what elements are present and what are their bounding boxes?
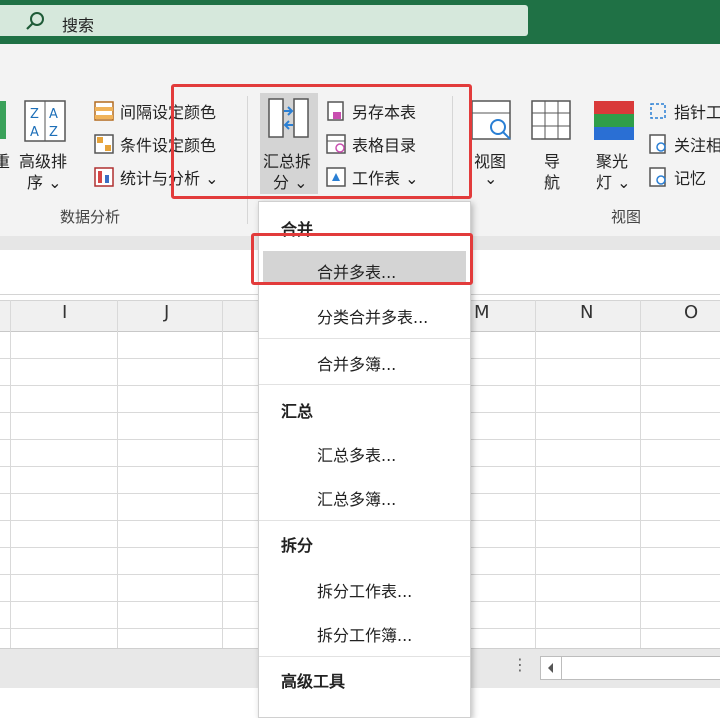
svg-text:A: A xyxy=(49,107,58,122)
column-header-o[interactable]: O xyxy=(684,302,698,323)
data-analysis-group-label: 数据分析 xyxy=(60,208,121,226)
menu-section-advanced-tools: 高级工具 xyxy=(281,672,346,691)
memory-icon xyxy=(649,167,666,187)
scroll-left-icon xyxy=(548,663,553,673)
sort-az-icon: Z A A Z xyxy=(24,100,66,142)
navigation-label-2: 航 xyxy=(544,173,561,192)
menu-item-summary-sheets[interactable]: 汇总多表... xyxy=(317,442,396,466)
cut-off-label: 重 xyxy=(0,152,11,171)
menu-divider xyxy=(259,384,470,385)
pointer-tool-icon xyxy=(650,103,666,119)
menu-item-summary-books[interactable]: 汇总多簿... xyxy=(317,486,396,510)
svg-text:Z: Z xyxy=(30,107,39,122)
pointer-tool-label: 指针工 xyxy=(674,103,720,122)
search-icon xyxy=(26,12,44,30)
focus-button[interactable]: 关注相 xyxy=(648,132,720,156)
menu-divider xyxy=(259,656,470,657)
focus-icon xyxy=(649,134,666,154)
spotlight-label-2: 灯 ⌄ xyxy=(596,173,631,192)
more-options-icon[interactable]: ⋮ xyxy=(512,655,528,674)
search-placeholder: 搜索 xyxy=(62,16,95,35)
menu-divider xyxy=(259,520,470,521)
pointer-tool-button[interactable]: 指针工 xyxy=(648,99,720,123)
spotlight-button[interactable]: 聚光 灯 ⌄ xyxy=(592,97,638,192)
view-button[interactable]: 视图 ⌄ xyxy=(470,97,514,192)
interval-color-icon xyxy=(94,101,114,121)
spotlight-icon xyxy=(594,101,634,140)
advanced-sort-label-2: 序 ⌄ xyxy=(27,173,62,192)
menu-item-split-sheet[interactable]: 拆分工作表... xyxy=(317,578,412,602)
highlight-box-menu-item xyxy=(251,233,473,285)
grid-line xyxy=(640,300,641,648)
column-header-m[interactable]: M xyxy=(474,302,490,323)
menu-divider xyxy=(259,338,470,339)
column-header-j[interactable]: J xyxy=(164,302,169,323)
cut-off-icon xyxy=(0,101,6,139)
view-group-label: 视图 xyxy=(611,208,642,226)
view-icon xyxy=(471,100,511,140)
menu-item-merge-books[interactable]: 合并多簿... xyxy=(317,351,396,375)
grid-line xyxy=(117,300,118,648)
grid-line xyxy=(222,300,223,648)
memory-button[interactable]: 记忆 xyxy=(648,165,720,189)
condition-color-icon xyxy=(94,134,114,154)
statistics-icon xyxy=(94,167,114,187)
horizontal-scrollbar[interactable] xyxy=(540,656,720,680)
menu-section-split: 拆分 xyxy=(281,536,314,555)
menu-item-category-merge[interactable]: 分类合并多表... xyxy=(317,304,428,328)
menu-item-split-book[interactable]: 拆分工作簿... xyxy=(317,622,412,646)
navigation-icon xyxy=(531,100,571,140)
view-label-2: ⌄ xyxy=(484,169,498,188)
svg-text:Z: Z xyxy=(49,125,58,140)
scroll-left-button[interactable] xyxy=(541,657,562,679)
column-header-n[interactable]: N xyxy=(580,302,593,323)
highlight-box-ribbon xyxy=(171,84,472,199)
column-header-i[interactable]: I xyxy=(62,302,67,323)
search-box[interactable]: 搜索 xyxy=(0,5,528,36)
navigation-button[interactable]: 导 航 xyxy=(530,97,574,192)
memory-label: 记忆 xyxy=(674,169,707,188)
svg-text:A: A xyxy=(30,125,39,140)
grid-line xyxy=(535,300,536,648)
grid-line xyxy=(10,300,11,648)
focus-label: 关注相 xyxy=(674,136,720,155)
menu-section-summary: 汇总 xyxy=(281,402,314,421)
